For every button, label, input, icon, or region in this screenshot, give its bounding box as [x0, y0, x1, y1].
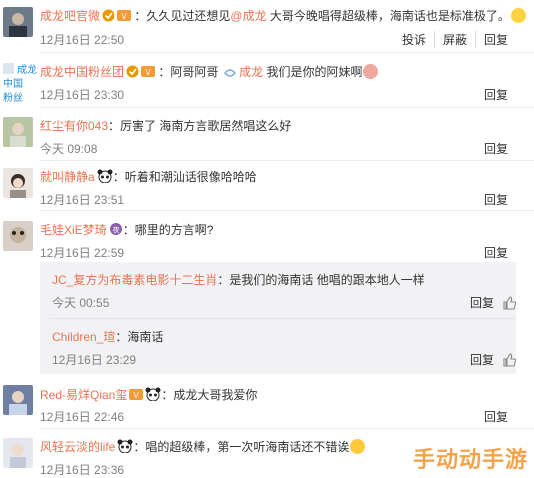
reply-button[interactable]: 回复 [470, 296, 494, 310]
reply-thread: JC_复方为布毒素电影十二生肖：是我们的海南话 他唱的跟本地人一样 今天 00:… [40, 262, 517, 374]
comment-line: Red-易烊Qian玺 V ：成龙大哥我爱你 [40, 387, 258, 404]
username-link[interactable]: 红尘有你043 [40, 119, 108, 133]
comment-time: 12月16日 22:59 [40, 246, 125, 260]
mention-link[interactable]: @成龙 [230, 9, 266, 23]
comment-time: 12月16日 23:36 [40, 463, 125, 477]
comment-time: 12月16日 22:50 [40, 33, 125, 47]
verified-icon [126, 65, 139, 81]
block-button[interactable]: 屏蔽 [433, 31, 475, 48]
mention-link[interactable]: 成龙 [239, 65, 263, 79]
thinking-emoji-icon [350, 439, 366, 454]
comment-time: 12月16日 23:30 [40, 88, 125, 102]
svg-text:夜: 夜 [112, 225, 119, 234]
comment-time: 今天 09:08 [40, 142, 98, 156]
avatar[interactable] [3, 168, 33, 198]
username-link[interactable]: 毛娃XiE梦琦 [40, 223, 107, 237]
reply-text: 海南话 [127, 330, 164, 344]
verified-icon [102, 9, 115, 25]
reply-text: 是我们的海南话 他唱的跟本地人一样 [229, 273, 425, 287]
username-link[interactable]: Children_瑄 [52, 330, 115, 344]
reply-button[interactable]: 回复 [474, 31, 516, 48]
comment-line: 红尘有你043：厉害了 海南方言歌居然唱这么好 [40, 119, 292, 133]
comment-time: 12月16日 23:51 [40, 193, 125, 207]
member-level-icon: V [129, 388, 144, 404]
reply-time: 12月16日 23:29 [52, 353, 137, 367]
reply-time: 今天 00:55 [52, 296, 110, 310]
heart-emoji-icon [363, 64, 379, 79]
reply-line: JC_复方为布毒素电影十二生肖：是我们的海南话 他唱的跟本地人一样 [52, 273, 425, 287]
comment-text: 阿哥阿哥 [170, 65, 219, 79]
reply-button[interactable]: 回复 [470, 353, 494, 367]
reply-line: Children_瑄：海南话 [52, 330, 164, 344]
reply-button[interactable]: 回复 [476, 191, 516, 208]
comment-text: 唱的超级棒，第一次听海南话还不错诶 [145, 440, 350, 454]
reply-button[interactable]: 回复 [476, 86, 516, 103]
site-watermark: 手动动手游 [412, 447, 528, 472]
comment-item: 就叫静静a ：听着和潮汕话很像哈哈哈 12月16日 23:51 回复 [0, 160, 534, 210]
comment-line: 就叫静静a ：听着和潮汕话很像哈哈哈 [40, 169, 257, 186]
svg-text:V: V [145, 68, 151, 77]
username-link[interactable]: 就叫静静a [40, 170, 95, 184]
username-link[interactable]: JC_复方为布毒素电影十二生肖 [52, 273, 217, 287]
comment-text: 我们是你的阿妹啊 [266, 65, 363, 79]
panda-icon [97, 169, 113, 186]
avatar[interactable]: 成龙 中国 粉丝 [3, 63, 39, 107]
like-icon[interactable] [502, 353, 517, 367]
username-link[interactable]: 成龙吧官微 [40, 9, 100, 23]
avatar[interactable] [3, 221, 33, 251]
member-level-icon: V [117, 9, 132, 25]
comment-text: 哪里的方言啊? [134, 223, 214, 237]
smile-emoji-icon [510, 8, 526, 23]
divider [50, 318, 516, 319]
reply-button[interactable]: 回复 [476, 408, 516, 425]
comment-item: 毛娃XiE梦琦夜：哪里的方言啊? 12月16日 22:59 回复 [0, 210, 534, 262]
svg-text:粉丝: 粉丝 [3, 91, 23, 104]
comment-text: 听着和潮汕话很像哈哈哈 [124, 170, 257, 184]
comment-line: 成龙吧官微 V ：久久见过还想见@成龙 大哥今晚唱得超级棒，海南话也是标准极了。 [40, 7, 527, 25]
comment-item: 成龙 中国 粉丝 成龙中国粉丝团 V ：阿哥阿哥 成龙 我们是你的阿妹啊 12月16日… [0, 52, 534, 107]
username-link[interactable]: Red-易烊Qian玺 [40, 388, 127, 402]
night-badge-icon: 夜 [109, 222, 123, 239]
reply-button[interactable]: 回复 [476, 244, 516, 261]
avatar[interactable] [3, 385, 33, 415]
report-button[interactable]: 投诉 [394, 31, 434, 48]
comment-line: 毛娃XiE梦琦夜：哪里的方言啊? [40, 222, 214, 239]
comment-text: 大哥今晚唱得超级棒，海南话也是标准极了。 [269, 9, 510, 23]
comment-line: 风轻云淡的life ：唱的超级棒，第一次听海南话还不错诶 [40, 438, 366, 456]
panda-icon [145, 387, 161, 404]
comment-text: 久久见过还想见 [146, 9, 231, 23]
like-icon[interactable] [502, 296, 517, 310]
comment-item: 成龙吧官微 V ：久久见过还想见@成龙 大哥今晚唱得超级棒，海南话也是标准极了。 … [0, 0, 534, 52]
comment-item: Red-易烊Qian玺 V ：成龙大哥我爱你 12月16日 22:46 回复 [0, 378, 534, 428]
avatar[interactable] [3, 7, 33, 37]
reply-button[interactable]: 回复 [476, 140, 516, 157]
svg-text:V: V [134, 391, 140, 400]
username-link[interactable]: 成龙中国粉丝团 [40, 65, 124, 79]
avatar[interactable] [3, 438, 33, 468]
comment-line: 成龙中国粉丝团 V ：阿哥阿哥 成龙 我们是你的阿妹啊 [40, 63, 379, 81]
comment-text: 厉害了 海南方言歌居然唱这么好 [120, 119, 292, 133]
link-icon [223, 67, 236, 81]
panda-icon [117, 439, 133, 456]
member-level-icon: V [141, 65, 156, 81]
svg-text:中国: 中国 [3, 77, 23, 90]
svg-text:V: V [121, 12, 127, 21]
comment-time: 12月16日 22:46 [40, 410, 125, 424]
svg-text:成龙: 成龙 [17, 63, 37, 76]
comment-item: 红尘有你043：厉害了 海南方言歌居然唱这么好 今天 09:08 回复 [0, 107, 534, 162]
avatar[interactable] [3, 117, 33, 147]
comment-text: 成龙大哥我爱你 [173, 388, 258, 402]
username-link[interactable]: 风轻云淡的life [40, 440, 115, 454]
